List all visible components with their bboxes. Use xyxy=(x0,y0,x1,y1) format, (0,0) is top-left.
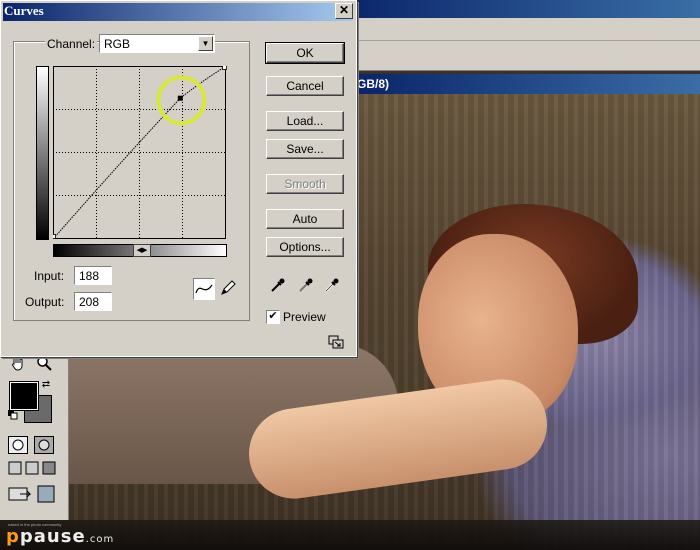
toolbox: ⇄ xyxy=(0,350,69,520)
output-gradient-bar xyxy=(36,66,49,240)
default-colors-icon[interactable] xyxy=(8,410,18,420)
eyedropper-black-icon[interactable] xyxy=(269,276,287,294)
app-title-bar xyxy=(340,0,700,18)
curve-tool-icon[interactable] xyxy=(193,278,215,300)
options-button[interactable]: Options... xyxy=(266,237,344,257)
gradient-toggle-icon[interactable]: ◀▶ xyxy=(133,244,151,257)
document-title-bar[interactable]: GB/8) xyxy=(355,74,700,94)
channel-label: Channel: xyxy=(45,37,98,51)
preview-label: Preview xyxy=(283,310,326,324)
channel-value: RGB xyxy=(104,37,131,51)
standard-mode-icon[interactable] xyxy=(8,436,28,454)
quickmask-mode-icon[interactable] xyxy=(34,436,54,454)
load-button[interactable]: Load... xyxy=(266,111,344,131)
options-bar xyxy=(355,18,700,71)
curve-endpoint-end[interactable] xyxy=(222,66,227,70)
foreground-color-swatch[interactable] xyxy=(9,381,39,411)
curve-control-point[interactable] xyxy=(177,95,183,101)
watermark-logo: ppause.com xyxy=(6,526,115,547)
output-field[interactable]: 208 xyxy=(74,292,112,311)
ok-button[interactable]: OK xyxy=(265,42,345,64)
output-label: Output: xyxy=(25,295,65,309)
jump-to-imageready-icon[interactable] xyxy=(8,484,58,504)
auto-button[interactable]: Auto xyxy=(266,209,344,229)
pencil-icon[interactable] xyxy=(218,278,240,300)
curves-dialog: Curves ✕ Channel: RGB ▼ ◀▶ Input: 188 Ou… xyxy=(0,0,357,357)
dialog-title: Curves xyxy=(4,3,44,18)
eyedropper-white-icon[interactable] xyxy=(323,276,341,294)
smooth-button[interactable]: Smooth xyxy=(266,174,344,194)
expand-grid-icon[interactable] xyxy=(328,335,344,349)
save-button[interactable]: Save... xyxy=(266,139,344,159)
channel-select[interactable]: RGB ▼ xyxy=(99,34,215,53)
input-label: Input: xyxy=(34,269,65,283)
curve-endpoint-start[interactable] xyxy=(53,234,56,239)
close-icon[interactable]: ✕ xyxy=(335,3,353,19)
document-title: GB/8) xyxy=(357,77,390,91)
curve-graph[interactable] xyxy=(53,66,227,240)
preview-checkbox[interactable]: ✔ xyxy=(266,310,280,324)
swap-colors-icon[interactable]: ⇄ xyxy=(40,378,52,390)
input-field[interactable]: 188 xyxy=(74,266,112,285)
cancel-button[interactable]: Cancel xyxy=(266,76,344,96)
chevron-down-icon[interactable]: ▼ xyxy=(198,36,213,51)
eyedropper-gray-icon[interactable] xyxy=(297,276,315,294)
screen-mode-icons[interactable] xyxy=(8,460,58,476)
dialog-title-bar[interactable] xyxy=(3,3,353,21)
